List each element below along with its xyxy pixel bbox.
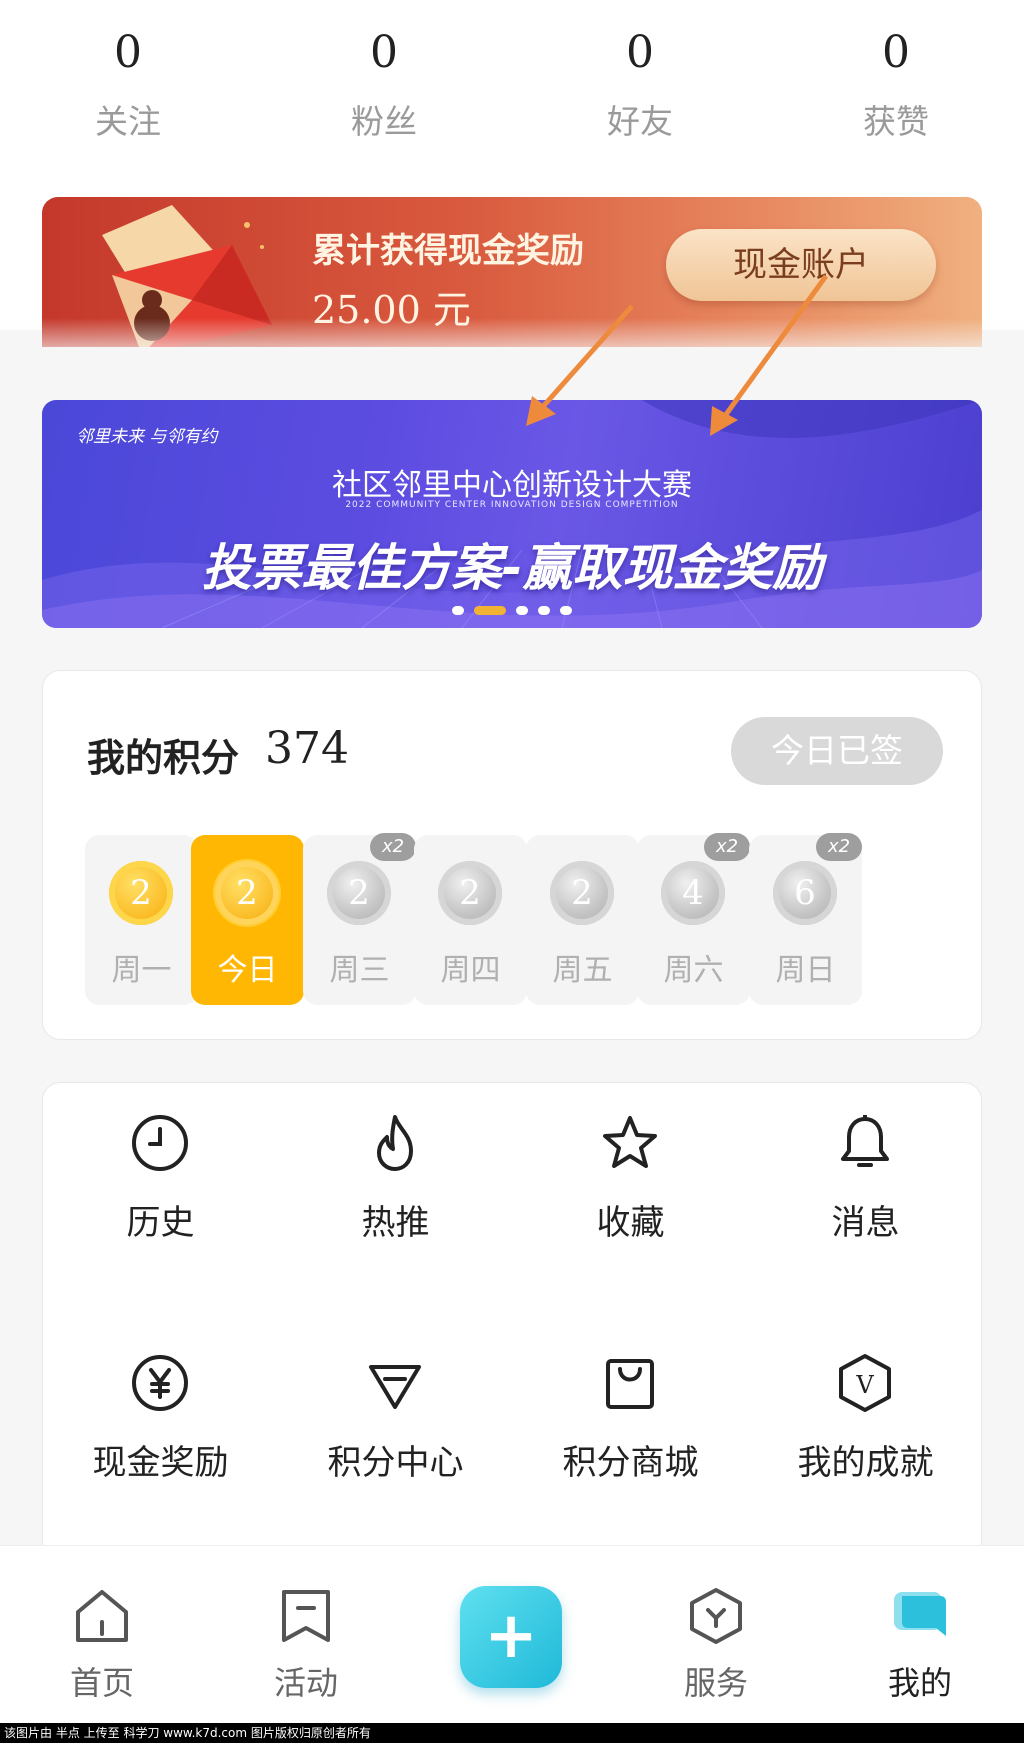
tab-label: 首页 xyxy=(69,1664,134,1702)
coin-icon: 2 xyxy=(550,861,614,925)
promo-banner[interactable]: 邻里未来 与邻有约 社区邻里中心创新设计大赛 2022 COMMUNITY CE… xyxy=(42,400,982,628)
checkin-day: 6 周日 x2 xyxy=(749,833,862,1005)
checkin-day: 2 周四 xyxy=(414,835,527,1005)
grid-label: 现金奖励 xyxy=(92,1443,229,1483)
checkin-day: 2 周一 xyxy=(85,835,198,1005)
stat-following[interactable]: 0 关注 xyxy=(48,28,208,144)
checkin-day: 4 周六 x2 xyxy=(637,833,750,1005)
day-label: 今日 xyxy=(217,953,278,988)
stat-label: 粉丝 xyxy=(351,102,417,141)
flame-icon xyxy=(377,1115,413,1171)
coin-icon: 2 xyxy=(327,861,391,925)
star-icon xyxy=(603,1116,657,1168)
checkin-day: 2 今日 xyxy=(191,835,304,1005)
tab-mine[interactable]: 我的 xyxy=(840,1546,1000,1724)
home-icon xyxy=(76,1590,128,1642)
tab-activity[interactable]: 活动 xyxy=(226,1546,386,1724)
yen-icon xyxy=(132,1355,188,1411)
day-label: 周一 xyxy=(111,953,172,988)
coin-icon: 2 xyxy=(215,861,279,925)
coin-icon: 2 xyxy=(438,861,502,925)
cash-account-button[interactable]: 现金账户 xyxy=(666,229,936,301)
stat-value: 0 xyxy=(370,27,398,78)
watermark: 该图片由 半点 上传至 科学刀 www.k7d.com 图片版权归原创者所有 xyxy=(0,1723,1024,1743)
coin-icon: 6 xyxy=(773,861,837,925)
signed-in-button[interactable]: 今日已签 xyxy=(731,717,943,785)
points-card: 我的积分 374 今日已签 2 周一 2 今日 2 周三 x2 2 周四 2 周五 4 周六 x2 6 周日 x… xyxy=(42,670,982,1040)
bell-icon xyxy=(841,1115,889,1167)
bottom-tab-bar: 首页 活动 + 服务 我的 xyxy=(0,1545,1024,1723)
stat-likes[interactable]: 0 获赞 xyxy=(816,28,976,144)
stat-followers[interactable]: 0 粉丝 xyxy=(304,28,464,144)
banner-english-subtitle: 2022 COMMUNITY CENTER INNOVATION DESIGN … xyxy=(345,500,679,510)
day-label: 周六 xyxy=(663,953,724,988)
multiplier-badge: x2 xyxy=(370,833,416,861)
stat-label: 获赞 xyxy=(863,102,929,141)
grid-label: 积分中心 xyxy=(327,1443,464,1483)
grid-label: 热推 xyxy=(361,1203,430,1243)
messages-entry[interactable]: 消息 xyxy=(748,1083,983,1263)
plus-icon: + xyxy=(484,1599,538,1673)
points-center-entry[interactable]: 积分中心 xyxy=(278,1323,513,1503)
activity-icon xyxy=(282,1590,330,1642)
hot-recommend-entry[interactable]: 热推 xyxy=(278,1083,513,1263)
stat-value: 0 xyxy=(626,27,654,78)
day-label: 周五 xyxy=(552,953,613,988)
favorites-entry[interactable]: 收藏 xyxy=(513,1083,748,1263)
multiplier-badge: x2 xyxy=(704,833,750,861)
stat-value: 0 xyxy=(882,27,910,78)
tab-label: 我的 xyxy=(887,1664,952,1702)
stat-value: 0 xyxy=(114,27,142,78)
svg-text:V: V xyxy=(855,1371,874,1399)
carousel-indicator xyxy=(42,600,982,619)
reward-title: 累计获得现金奖励 xyxy=(312,231,584,271)
carousel-dot[interactable] xyxy=(516,606,528,615)
coin-icon: 2 xyxy=(109,861,173,925)
carousel-dot[interactable] xyxy=(538,606,550,615)
chat-bubble-icon xyxy=(894,1592,946,1636)
banner-headline: 投票最佳方案-赢取现金奖励 xyxy=(201,539,823,597)
stat-label: 好友 xyxy=(607,102,673,141)
carousel-dot[interactable] xyxy=(474,606,506,615)
history-entry[interactable]: 历史 xyxy=(43,1083,278,1263)
grid-label: 我的成就 xyxy=(797,1443,934,1483)
checkin-day: 2 周五 xyxy=(526,835,639,1005)
v-badge-icon: V xyxy=(839,1354,891,1412)
shopping-bag-icon xyxy=(606,1359,654,1409)
tab-label: 活动 xyxy=(273,1664,338,1702)
tab-service[interactable]: 服务 xyxy=(636,1546,796,1724)
carousel-dot[interactable] xyxy=(452,606,464,615)
tab-label: 服务 xyxy=(683,1664,748,1702)
grid-label: 积分商城 xyxy=(562,1443,699,1483)
achievements-entry[interactable]: V 我的成就 xyxy=(748,1323,983,1503)
grid-label: 收藏 xyxy=(596,1203,665,1243)
day-label: 周四 xyxy=(440,953,501,988)
multiplier-badge: x2 xyxy=(816,833,862,861)
points-title: 我的积分 xyxy=(87,736,240,780)
stat-label: 关注 xyxy=(95,102,161,141)
grid-label: 消息 xyxy=(831,1203,900,1243)
cash-reward-entry[interactable]: 现金奖励 xyxy=(43,1323,278,1503)
carousel-dot[interactable] xyxy=(560,606,572,615)
day-label: 周日 xyxy=(775,953,836,988)
points-value: 374 xyxy=(265,723,349,774)
banner-slogan: 邻里未来 与邻有约 xyxy=(76,427,218,447)
diamond-icon xyxy=(369,1365,421,1409)
clock-icon xyxy=(132,1115,188,1171)
tab-home[interactable]: 首页 xyxy=(22,1546,182,1724)
service-icon xyxy=(690,1588,742,1644)
publish-plus-button[interactable]: + xyxy=(460,1586,562,1688)
section-divider xyxy=(0,318,1024,398)
points-mall-entry[interactable]: 积分商城 xyxy=(513,1323,748,1503)
coin-icon: 4 xyxy=(661,861,725,925)
day-label: 周三 xyxy=(329,953,390,988)
checkin-day: 2 周三 x2 xyxy=(303,833,416,1005)
grid-label: 历史 xyxy=(126,1203,195,1243)
function-grid: 历史 热推 收藏 消息 现金奖励 积分中心 积分商城 V 我的成就 xyxy=(42,1082,982,1562)
stat-friends[interactable]: 0 好友 xyxy=(560,28,720,144)
banner-subtitle: 社区邻里中心创新设计大赛 xyxy=(332,468,692,503)
